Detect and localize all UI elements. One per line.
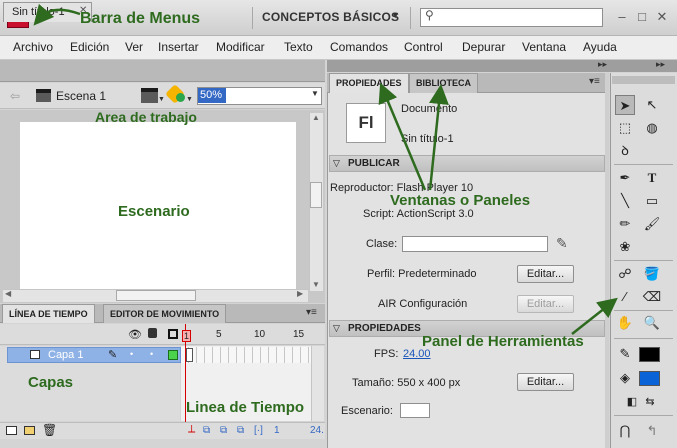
- arrow-menus: [33, 3, 81, 26]
- arrow-library: [428, 84, 449, 191]
- arrow-tools: [571, 297, 618, 335]
- annotation-panels: Ventanas o Paneles: [390, 192, 531, 209]
- annotation-arrows: [33, 3, 618, 335]
- annotation-menus: Barra de Menus: [80, 10, 201, 27]
- annotation-tools: Panel de Herramientas: [422, 333, 584, 350]
- arrow-properties: [378, 82, 427, 191]
- annotation-work-area: Area de trabajo: [95, 109, 197, 125]
- annotation-stage: Escenario: [118, 203, 190, 220]
- annotation-timeline: Linea de Tiempo: [186, 399, 305, 416]
- annotation-layers: Capas: [28, 374, 74, 391]
